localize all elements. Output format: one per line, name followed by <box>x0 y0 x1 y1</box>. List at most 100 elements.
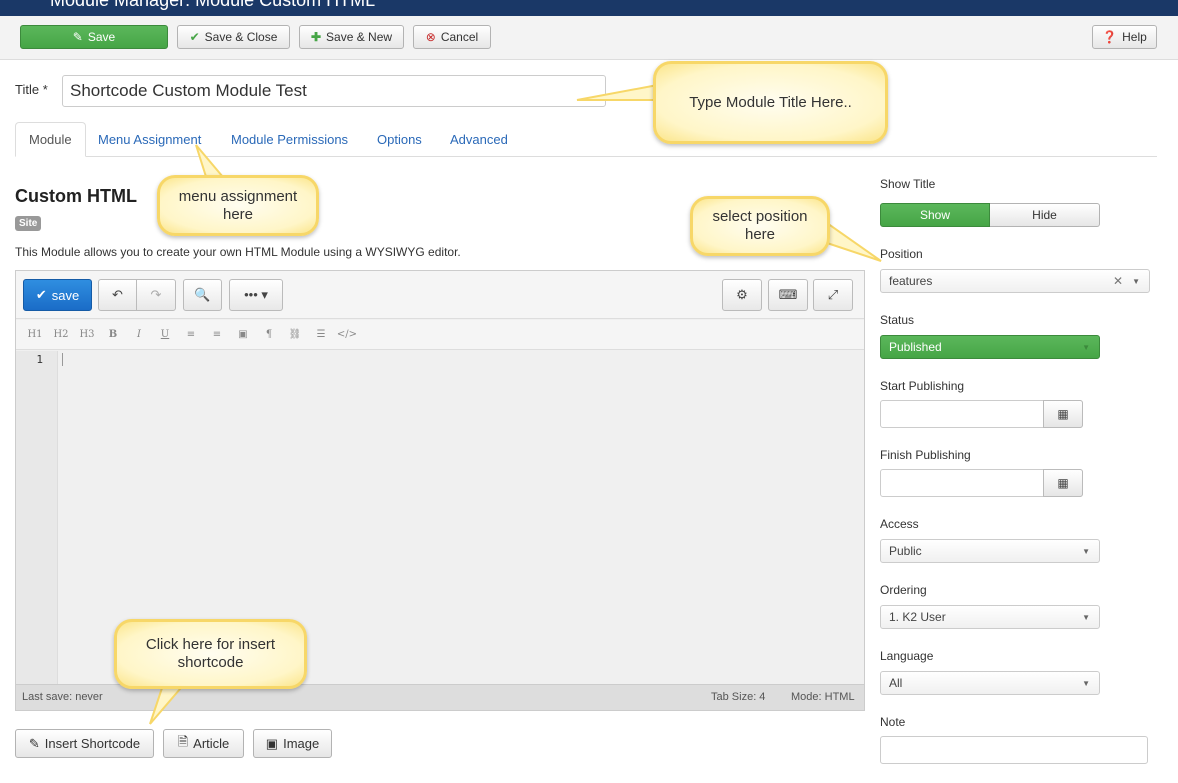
fullscreen-button[interactable]: ⤢ <box>813 279 853 311</box>
article-button[interactable]: 🗎 Article <box>163 729 244 758</box>
cancel-icon: ⊗ <box>425 30 436 44</box>
image-button[interactable]: ▣ Image <box>253 729 332 758</box>
check-circle-icon: ✔ <box>35 287 47 302</box>
help-button[interactable]: ❓ Help <box>1092 25 1157 49</box>
paragraph-icon[interactable]: ¶ <box>256 329 282 340</box>
undo-button[interactable]: ↶ <box>98 279 137 311</box>
more-icon: ••• ▾ <box>244 287 268 302</box>
check-icon: ✔ <box>189 30 200 44</box>
language-label: Language <box>880 649 934 663</box>
hide-option[interactable]: Hide <box>990 203 1100 227</box>
chevron-down-icon: ▼ <box>1082 343 1090 352</box>
chevron-down-icon: ▼ <box>1132 277 1140 286</box>
status-select[interactable]: Published ▼ <box>880 335 1100 359</box>
module-type-title: Custom HTML <box>15 186 137 206</box>
chevron-down-icon: ▼ <box>1082 679 1090 688</box>
keyboard-button[interactable]: ⌨ <box>768 279 808 311</box>
site-badge: Site <box>15 216 42 231</box>
code-icon[interactable]: </> <box>334 329 360 340</box>
callout-position: select position here <box>690 196 830 256</box>
tab-size-text: Tab Size: 4 <box>711 691 766 703</box>
plus-icon: ✚ <box>310 30 322 44</box>
title-input[interactable]: Shortcode Custom Module Test <box>62 75 606 107</box>
chevron-down-icon: ▼ <box>1082 613 1090 622</box>
chevron-down-icon: ▼ <box>1082 547 1090 556</box>
status-label: Status <box>880 313 915 327</box>
cancel-button[interactable]: ⊗ Cancel <box>413 25 491 49</box>
settings-button[interactable]: ⚙ <box>722 279 762 311</box>
format-toolbar: H1 H2 H3 B I U ≡ ≡ ▣ ¶ ⛓ ☰ </> <box>16 320 864 350</box>
keyboard-icon: ⌨ <box>778 287 798 302</box>
search-icon: 🔍 <box>194 287 211 302</box>
insert-shortcode-button[interactable]: ✎ Insert Shortcode <box>15 729 154 758</box>
show-title-label: Show Title <box>880 177 936 191</box>
show-title-toggle: Show Hide <box>880 203 1100 227</box>
h3-button[interactable]: H3 <box>74 329 100 340</box>
last-save-text: Last save: never <box>22 691 103 703</box>
tab-module[interactable]: Module <box>15 122 86 157</box>
access-label: Access <box>880 517 919 531</box>
expand-icon: ⤢ <box>827 287 839 302</box>
finish-calendar-button[interactable]: ▦ <box>1043 469 1083 497</box>
ordered-list-icon[interactable]: ≡ <box>178 329 204 340</box>
undo-icon: ↶ <box>112 287 123 302</box>
h2-button[interactable]: H2 <box>48 329 74 340</box>
callout-tail <box>826 221 882 262</box>
calendar-icon: ▦ <box>1057 407 1069 421</box>
redo-button[interactable]: ↷ <box>136 279 176 311</box>
note-label: Note <box>880 715 906 729</box>
start-publishing-label: Start Publishing <box>880 379 965 393</box>
text-cursor[interactable] <box>62 353 63 366</box>
clear-icon[interactable]: ✕ <box>1113 274 1123 288</box>
italic-button[interactable]: I <box>126 329 152 340</box>
line-gutter: 1 <box>16 351 58 684</box>
finish-publishing-label: Finish Publishing <box>880 448 971 462</box>
search-button[interactable]: 🔍 <box>183 279 222 311</box>
picture-icon: ▣ <box>265 735 279 751</box>
calendar-icon: ▦ <box>1057 476 1069 490</box>
image-icon[interactable]: ▣ <box>230 329 256 340</box>
finish-publishing-input[interactable]: ▦ <box>880 469 1083 497</box>
callout-tail <box>576 82 664 101</box>
save-button[interactable]: ✎ Save <box>20 25 168 49</box>
tab-options[interactable]: Options <box>364 122 435 157</box>
callout-title: Type Module Title Here.. <box>653 61 888 144</box>
unordered-list-icon[interactable]: ≡ <box>204 329 230 340</box>
start-calendar-button[interactable]: ▦ <box>1043 400 1083 428</box>
start-publishing-input[interactable]: ▦ <box>880 400 1083 428</box>
show-option[interactable]: Show <box>880 203 990 227</box>
header-title: Module Manager: Module Custom HTML <box>50 0 376 10</box>
tab-bar: Module Menu Assignment Module Permission… <box>15 122 1157 157</box>
redo-icon: ↷ <box>150 287 162 302</box>
callout-shortcode: Click here for insert shortcode <box>114 619 307 689</box>
module-description: This Module allows you to create your ow… <box>15 245 461 259</box>
app-header: Module Manager: Module Custom HTML <box>0 0 1178 16</box>
edit-icon: ✎ <box>28 735 40 751</box>
position-select[interactable]: features ✕ ▼ <box>880 269 1150 293</box>
h1-button[interactable]: H1 <box>22 329 48 340</box>
tab-advanced[interactable]: Advanced <box>437 122 521 157</box>
toolbar: ✎ Save ✔ Save & Close ✚ Save & New ⊗ Cancel … <box>0 16 1178 60</box>
editor-save-button[interactable]: ✔ save <box>23 279 92 311</box>
underline-button[interactable]: U <box>152 329 178 340</box>
line-number: 1 <box>36 353 43 366</box>
ordering-select[interactable]: 1. K2 User ▼ <box>880 605 1100 629</box>
save-close-button[interactable]: ✔ Save & Close <box>177 25 290 49</box>
tab-module-permissions[interactable]: Module Permissions <box>218 122 361 157</box>
language-select[interactable]: All ▼ <box>880 671 1100 695</box>
gear-icon: ⚙ <box>736 287 748 302</box>
edit-icon: ✎ <box>72 30 83 44</box>
position-label: Position <box>880 247 923 261</box>
horizontal-rule-icon[interactable]: ☰ <box>308 329 334 340</box>
file-add-icon: 🗎 <box>177 733 189 749</box>
editor-toolbar: ✔ save ↶ ↷ 🔍 ••• ▾ ⚙ ⌨ ⤢ <box>16 271 864 319</box>
title-label: Title * <box>15 82 48 97</box>
access-select[interactable]: Public ▼ <box>880 539 1100 563</box>
help-icon: ❓ <box>1102 30 1118 44</box>
bold-button[interactable]: B <box>100 329 126 340</box>
ordering-label: Ordering <box>880 583 927 597</box>
more-button[interactable]: ••• ▾ <box>229 279 283 311</box>
link-icon[interactable]: ⛓ <box>282 329 308 340</box>
save-new-button[interactable]: ✚ Save & New <box>299 25 404 49</box>
note-input[interactable] <box>880 736 1148 764</box>
